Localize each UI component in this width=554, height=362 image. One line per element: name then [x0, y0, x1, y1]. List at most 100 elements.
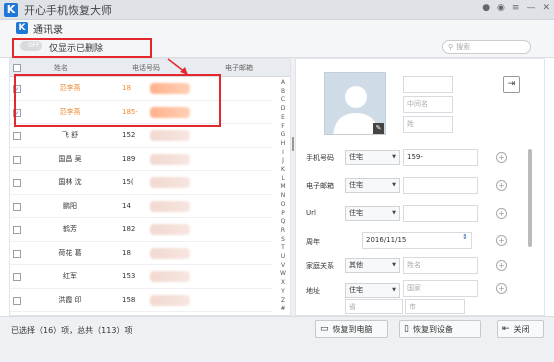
- email-field[interactable]: [403, 177, 478, 194]
- table-row[interactable]: 飞 舒 152: [10, 124, 272, 148]
- alphabet-letter[interactable]: P: [281, 210, 285, 219]
- annotation-arrow: [167, 58, 188, 75]
- close-icon[interactable]: ✕: [542, 3, 550, 13]
- row-checkbox[interactable]: [13, 249, 21, 258]
- exit-icon: ⇤: [502, 324, 510, 334]
- alphabet-letter[interactable]: U: [281, 253, 285, 262]
- search-placeholder: 搜索: [456, 43, 471, 51]
- province-field[interactable]: 省: [345, 299, 403, 314]
- row-checkbox[interactable]: [13, 155, 21, 164]
- date-spinner-icon[interactable]: ⇕: [462, 233, 468, 241]
- table-row[interactable]: 国昌 吴 189: [10, 148, 272, 171]
- phone-label: 手机号码: [306, 154, 334, 162]
- alphabet-letter[interactable]: #: [280, 305, 285, 314]
- redacted-phone: [150, 271, 190, 282]
- alphabet-letter[interactable]: I: [282, 149, 284, 158]
- app-title: 开心手机恢复大师: [24, 3, 112, 17]
- row-checkbox[interactable]: [13, 273, 21, 281]
- alphabet-letter[interactable]: D: [281, 105, 286, 114]
- contact-name: 鹤芳: [63, 225, 77, 234]
- alphabet-letter[interactable]: O: [281, 201, 286, 210]
- contact-phone: 152: [122, 131, 136, 140]
- alphabet-letter[interactable]: Z: [281, 297, 285, 306]
- alphabet-letter[interactable]: L: [281, 175, 284, 184]
- restore-to-device-button[interactable]: ▯ 恢复到设备: [399, 320, 481, 338]
- table-row[interactable]: 国林 沈 15(: [10, 171, 272, 195]
- city-field[interactable]: 市: [405, 299, 465, 314]
- add-date-icon[interactable]: +: [496, 235, 507, 246]
- alphabet-letter[interactable]: A: [281, 79, 285, 88]
- alphabet-letter[interactable]: T: [281, 244, 285, 253]
- contact-phone: 18: [122, 248, 131, 257]
- row-checkbox[interactable]: [13, 202, 21, 211]
- menu-icon[interactable]: ≡: [512, 3, 520, 13]
- row-checkbox[interactable]: [13, 179, 21, 187]
- middle-name-field[interactable]: 中间名: [403, 96, 453, 113]
- header-email: 电子邮箱: [225, 63, 253, 72]
- url-type-select[interactable]: 住宅: [345, 206, 400, 221]
- anniversary-date-field[interactable]: 2016/11/15: [362, 232, 472, 249]
- alphabet-letter[interactable]: W: [280, 270, 286, 279]
- alphabet-letter[interactable]: R: [281, 227, 285, 236]
- table-row[interactable]: 鹏阳 14: [10, 195, 272, 218]
- email-type-select[interactable]: 住宅: [345, 178, 400, 193]
- row-checkbox[interactable]: [13, 226, 21, 234]
- last-name-field[interactable]: 姓: [403, 116, 453, 133]
- phone-type-select[interactable]: 住宅: [345, 150, 400, 165]
- row-checkbox[interactable]: [13, 132, 21, 140]
- divider-handle[interactable]: [292, 137, 294, 151]
- table-row[interactable]: 洪霞 印 158: [10, 289, 272, 312]
- address-type-select[interactable]: 住宅: [345, 283, 400, 298]
- search-icon: ⚲: [448, 43, 454, 51]
- add-family-icon[interactable]: +: [496, 260, 507, 271]
- contact-name: 国昌 吴: [58, 154, 82, 163]
- alphabet-letter[interactable]: F: [281, 123, 284, 132]
- alphabet-letter[interactable]: G: [281, 131, 286, 140]
- selection-status: 已选择（16）项，总共（113）项: [11, 326, 133, 335]
- edit-avatar-icon[interactable]: ✎: [373, 123, 384, 134]
- alphabet-letter[interactable]: C: [281, 96, 285, 105]
- contact-name: 洪霞 印: [58, 295, 82, 304]
- add-phone-icon[interactable]: +: [496, 152, 507, 163]
- add-address-icon[interactable]: +: [496, 283, 507, 294]
- table-row[interactable]: 鹤芳 182: [10, 218, 272, 242]
- alphabet-letter[interactable]: S: [281, 236, 285, 245]
- family-name-field[interactable]: 姓名: [403, 257, 478, 274]
- alphabet-letter[interactable]: B: [281, 88, 285, 97]
- restore-to-computer-button[interactable]: ▭ 恢复到电脑: [315, 320, 388, 338]
- detail-scrollbar[interactable]: [528, 149, 532, 247]
- contact-name: 鹏阳: [63, 201, 77, 210]
- alphabet-letter[interactable]: M: [280, 183, 285, 192]
- add-email-icon[interactable]: +: [496, 180, 507, 191]
- add-url-icon[interactable]: +: [496, 208, 507, 219]
- alphabet-letter[interactable]: E: [281, 114, 285, 123]
- export-icon[interactable]: ⇥: [503, 76, 520, 93]
- contact-name: 荷花 葛: [58, 248, 82, 257]
- alphabet-letter[interactable]: K: [281, 166, 285, 175]
- minimize-icon[interactable]: —: [526, 3, 535, 13]
- alphabet-letter[interactable]: J: [282, 157, 284, 166]
- select-all-checkbox[interactable]: [13, 64, 21, 72]
- alphabet-letter[interactable]: H: [281, 140, 286, 149]
- app-logo: K: [4, 2, 18, 17]
- alphabet-letter[interactable]: N: [281, 192, 286, 201]
- wechat-icon[interactable]: ●: [482, 3, 490, 13]
- country-field[interactable]: 国家: [403, 280, 478, 297]
- search-input[interactable]: ⚲ 搜索: [442, 40, 531, 54]
- table-row[interactable]: 荷花 葛 18: [10, 242, 272, 265]
- table-row[interactable]: 红军 153: [10, 265, 272, 289]
- close-label: 关闭: [513, 324, 530, 334]
- url-field[interactable]: [403, 205, 478, 222]
- phone-field[interactable]: 159-: [403, 149, 478, 166]
- alphabet-letter[interactable]: V: [281, 262, 285, 271]
- row-checkbox[interactable]: [13, 296, 21, 305]
- close-button[interactable]: ⇤ 关闭: [497, 320, 544, 338]
- contact-phone: 182: [122, 225, 136, 234]
- feedback-icon[interactable]: ◉: [497, 3, 505, 13]
- family-type-select[interactable]: 其他: [345, 258, 400, 273]
- alphabet-index: A B C D E F G H I J K L M N O P Q R S T U V W X Y Z #: [276, 79, 290, 314]
- alphabet-letter[interactable]: X: [281, 279, 285, 288]
- first-name-field[interactable]: [403, 76, 453, 93]
- alphabet-letter[interactable]: Q: [281, 218, 286, 227]
- alphabet-letter[interactable]: Y: [281, 288, 285, 297]
